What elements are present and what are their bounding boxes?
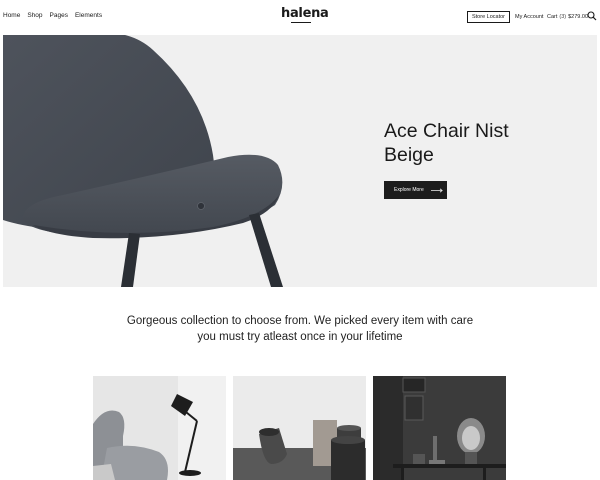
- nav-item-shop[interactable]: Shop: [27, 12, 42, 19]
- search-icon[interactable]: [587, 11, 597, 21]
- hero-title-line2: Beige: [384, 144, 434, 166]
- store-locator-button[interactable]: Store Locator: [467, 11, 510, 23]
- logo-text: halena: [281, 6, 329, 21]
- cart-count: (3): [559, 13, 567, 20]
- hero-chair-image: [3, 35, 283, 287]
- site-header: Home Shop Pages Elements halena Store Lo…: [0, 0, 600, 34]
- collection-tagline: Gorgeous collection to choose from. We p…: [0, 314, 600, 345]
- product-image-vases: [233, 376, 366, 480]
- explore-more-button[interactable]: Explore More: [384, 181, 447, 199]
- arrow-right-icon: [430, 188, 443, 192]
- nav-item-elements[interactable]: Elements: [75, 12, 102, 19]
- site-logo[interactable]: halena: [281, 6, 329, 27]
- cart-total: $279.00: [568, 13, 589, 20]
- product-card-vases[interactable]: [233, 376, 366, 480]
- main-nav: Home Shop Pages Elements: [3, 12, 102, 19]
- hero-title: Ace Chair Nist Beige: [384, 119, 554, 167]
- tagline-line1: Gorgeous collection to choose from. We p…: [126, 315, 474, 327]
- product-image-table-lamp: [373, 376, 506, 480]
- hero-title-line1: Ace Chair Nist: [384, 120, 509, 142]
- product-card-table-lamp[interactable]: [373, 376, 506, 480]
- nav-item-home[interactable]: Home: [3, 12, 20, 19]
- cart-label: Cart: [547, 13, 558, 20]
- tagline-line2: you must try atleast once in your lifeti…: [197, 330, 403, 343]
- my-account-link[interactable]: My Account: [515, 14, 543, 20]
- product-card-lamp-chair[interactable]: [93, 376, 226, 480]
- product-grid: [0, 376, 600, 480]
- nav-item-pages[interactable]: Pages: [50, 12, 68, 19]
- hero-banner: Ace Chair Nist Beige Explore More: [3, 35, 597, 287]
- product-image-lamp-chair: [93, 376, 226, 480]
- logo-underline: [291, 22, 311, 23]
- cart-link[interactable]: Cart (3) $279.00: [547, 14, 588, 20]
- explore-more-label: Explore More: [394, 187, 424, 193]
